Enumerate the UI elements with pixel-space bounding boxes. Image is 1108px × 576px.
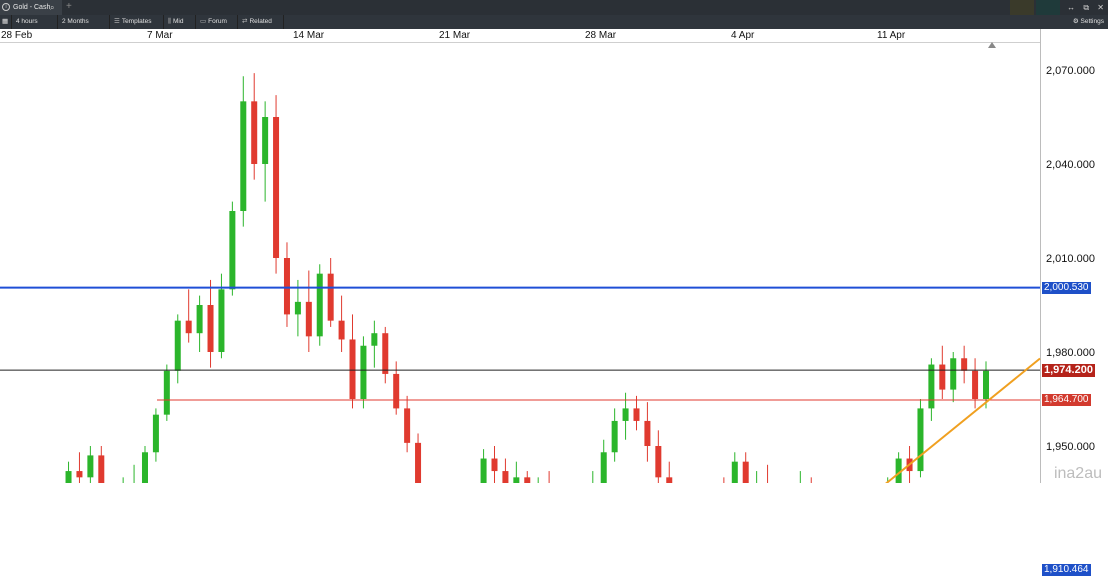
price-tick-label: 1,980.000 (1046, 347, 1095, 359)
candle-body (404, 408, 411, 443)
candle-body (731, 461, 738, 483)
candle-body (196, 305, 203, 334)
candle-body (480, 458, 487, 483)
candle-body (633, 408, 640, 421)
candle-body (251, 101, 258, 164)
candle-body (207, 305, 214, 352)
price-tick-label: 2,040.000 (1046, 159, 1095, 171)
candle-body (294, 301, 301, 315)
candle-body (666, 477, 673, 483)
candle-body (360, 345, 367, 399)
current-price-tag: 1,974.200 (1042, 363, 1095, 377)
candle-body (972, 370, 979, 399)
candle-body (185, 320, 192, 334)
candle-body (524, 477, 531, 483)
lock-marker-icon (988, 42, 996, 48)
candle-body (141, 452, 148, 483)
candle-body (262, 117, 269, 164)
candle-body (87, 455, 94, 478)
candle-body (65, 471, 72, 483)
red-level-price-tag: 1,964.700 (1042, 393, 1091, 406)
price-tick-label: 1,950.000 (1046, 441, 1095, 453)
candle-body (76, 471, 83, 478)
candle-body (283, 258, 290, 315)
candle-body (611, 420, 618, 453)
candle-body (742, 461, 749, 483)
candle-body (174, 320, 181, 371)
candle-body (917, 408, 924, 472)
candle-body (950, 358, 957, 390)
candle-body (349, 339, 356, 399)
candle-body (218, 289, 225, 352)
support-price-tag: 1,910.464 (1042, 563, 1091, 576)
candle-body (502, 471, 509, 483)
candle-body (928, 364, 935, 409)
candle-body (491, 458, 498, 472)
candle-body (415, 442, 422, 483)
candle-body (393, 373, 400, 409)
candle-body (939, 364, 946, 390)
candle-body (644, 420, 651, 446)
candle-body (600, 452, 607, 483)
candle-body (622, 408, 629, 421)
candle-body (513, 477, 520, 483)
candle-body (961, 358, 968, 371)
candle-body (655, 446, 662, 478)
candle-body (338, 320, 345, 340)
candle-body (98, 455, 105, 483)
candle-body (382, 333, 389, 374)
price-tick-label: 2,010.000 (1046, 253, 1095, 265)
candle-body (229, 211, 236, 290)
candle-body (273, 117, 280, 258)
candle-body (316, 273, 323, 337)
resistance-price-tag: 2,000.530 (1042, 281, 1091, 294)
candle-body (163, 370, 170, 415)
price-tick-label: 2,070.000 (1046, 65, 1095, 77)
candle-body (371, 333, 378, 346)
watermark: ina2au (1053, 465, 1102, 482)
candlestick-chart[interactable]: 2,070.000 2,040.000 2,010.000 1,980.000 1,95… (0, 0, 1108, 483)
candle-body (305, 301, 312, 337)
candle-body (240, 101, 247, 211)
candle-body (982, 370, 990, 399)
candle-body (152, 414, 159, 453)
candle-body (327, 273, 334, 321)
